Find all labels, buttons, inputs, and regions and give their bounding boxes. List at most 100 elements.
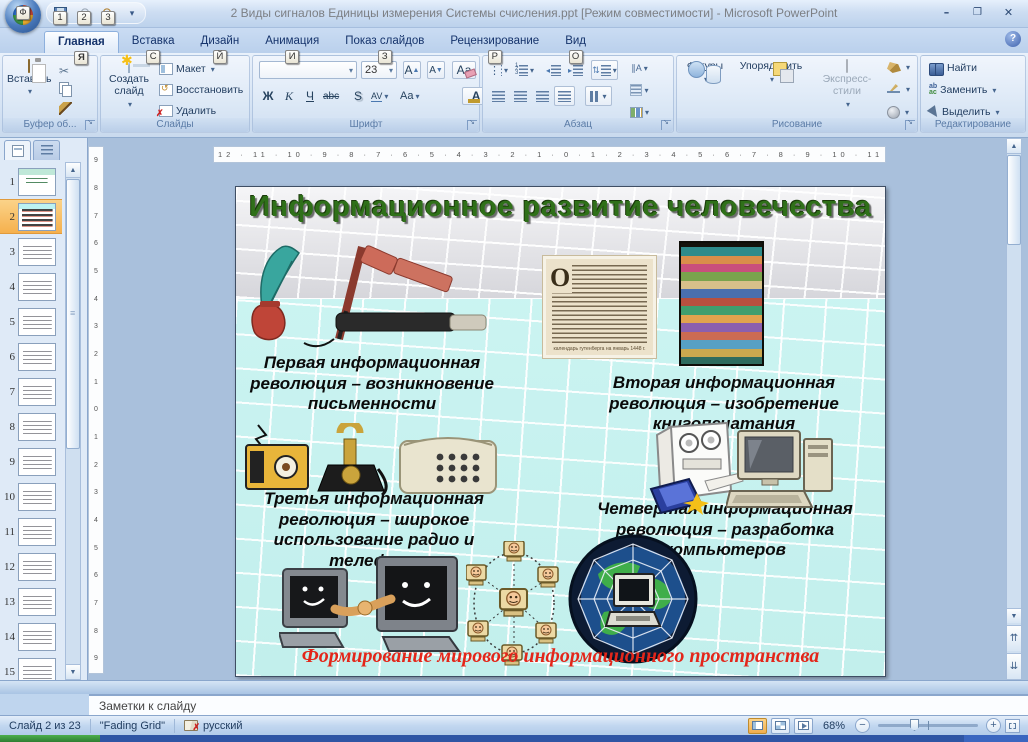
text-block-first-revolution[interactable]: Первая информационная революция – возник… — [238, 353, 506, 415]
layout-button[interactable]: Макет — [159, 63, 215, 75]
zoom-level[interactable]: 68% — [817, 720, 851, 732]
theme-name[interactable]: "Fading Grid" — [91, 719, 175, 733]
shapes-button[interactable]: Фигуры — [681, 60, 729, 85]
shrink-font-button[interactable]: А▼ — [427, 61, 445, 79]
slide-thumbnail-15[interactable]: 15 — [0, 654, 62, 680]
desktop-computer-image[interactable] — [726, 429, 838, 513]
redo-button[interactable]: 3 — [99, 4, 117, 22]
align-center-button[interactable] — [510, 86, 531, 106]
zoom-in-button[interactable]: + — [986, 718, 1001, 733]
slideshow-view-button[interactable] — [794, 718, 813, 734]
character-spacing-button[interactable]: AV — [370, 87, 389, 105]
paste-button[interactable]: Вставить — [7, 60, 51, 98]
minimize-button[interactable] — [933, 4, 960, 20]
slide-thumbnail-11[interactable]: 11 — [0, 514, 62, 549]
slide-thumbnail-4[interactable]: 4 — [0, 269, 62, 304]
previous-slide-button[interactable]: ⇈ — [1007, 625, 1021, 651]
change-case-button[interactable]: Aa — [399, 87, 420, 105]
spellcheck-status[interactable]: русский — [175, 719, 251, 733]
grow-font-button[interactable]: А▲ — [403, 61, 421, 79]
shape-outline-button[interactable] — [887, 84, 910, 95]
tab-Рецензирование[interactable]: РецензированиеР — [437, 31, 552, 53]
restore-button[interactable] — [964, 4, 991, 20]
reset-slide-button[interactable]: Восстановить — [159, 84, 243, 96]
shape-fill-button[interactable] — [887, 62, 910, 73]
slide-thumbnail-7[interactable]: 7 — [0, 374, 62, 409]
tab-Вид[interactable]: ВидО — [552, 31, 599, 53]
slide-counter[interactable]: Слайд 2 из 23 — [0, 719, 91, 733]
close-button[interactable] — [995, 4, 1022, 20]
thumbnails-scrollbar[interactable]: ▲ ▼ — [65, 162, 81, 680]
format-painter-button[interactable] — [59, 102, 72, 115]
main-vertical-scrollbar[interactable]: ▲ ▼ ⇈ ⇊ — [1006, 138, 1022, 680]
align-right-button[interactable] — [532, 86, 553, 106]
scroll-up-icon[interactable]: ▲ — [66, 163, 80, 178]
slide-thumbnail-6[interactable]: 6 — [0, 339, 62, 374]
decrease-indent-button[interactable] — [543, 60, 564, 80]
justify-button[interactable] — [554, 86, 575, 106]
text-direction-button[interactable] — [629, 58, 650, 78]
drawing-dialog-launcher[interactable] — [905, 120, 915, 130]
slide-title[interactable]: Информационное развитие человечества — [246, 191, 875, 224]
zoom-slider-handle[interactable] — [910, 719, 919, 731]
start-button-fragment[interactable] — [0, 735, 100, 742]
fit-to-window-button[interactable] — [1005, 719, 1020, 733]
columns-button[interactable] — [585, 86, 612, 106]
normal-view-button[interactable] — [748, 718, 767, 734]
text-shadow-button[interactable]: S — [349, 87, 367, 105]
qat-customize-button[interactable] — [123, 4, 141, 22]
clear-formatting-button[interactable]: Аа — [452, 61, 476, 79]
slide-thumbnail-1[interactable]: 1 — [0, 164, 62, 199]
horizontal-ruler[interactable]: 12 · 11 · 10 · 9 · 8 · 7 · 6 · 5 · 4 · 3… — [213, 146, 886, 163]
copy-button[interactable] — [59, 82, 71, 95]
replace-button[interactable]: abасЗаменить — [929, 84, 996, 96]
cut-button[interactable] — [59, 64, 69, 78]
undo-button[interactable]: 2 — [75, 4, 93, 22]
tab-Анимация[interactable]: АнимацияИ — [252, 31, 332, 53]
italic-button[interactable]: К — [280, 87, 298, 105]
strikethrough-button[interactable]: abc — [322, 87, 340, 105]
notes-splitter[interactable] — [0, 680, 1028, 694]
slides-tab[interactable] — [4, 140, 31, 160]
computers-handshake-image[interactable] — [279, 553, 463, 653]
slide-thumbnail-13[interactable]: 13 — [0, 584, 62, 619]
zoom-out-button[interactable]: − — [855, 718, 870, 733]
font-name-combo[interactable]: ▾ — [259, 61, 357, 79]
next-slide-button[interactable]: ⇊ — [1007, 653, 1021, 679]
books-stack-image[interactable] — [679, 241, 764, 366]
slide-thumbnail-14[interactable]: 14 — [0, 619, 62, 654]
slide-thumbnail-5[interactable]: 5 — [0, 304, 62, 339]
save-button[interactable]: 1 — [51, 4, 69, 22]
underline-button[interactable]: Ч — [301, 87, 319, 105]
vertical-ruler[interactable]: 9876543210123456789 — [88, 146, 104, 674]
find-button[interactable]: Найти — [929, 62, 977, 74]
tab-Показ слайдов[interactable]: Показ слайдовЗ — [332, 31, 437, 53]
tab-Главная[interactable]: ГлавнаяЯ — [44, 31, 119, 53]
slide-thumbnail-8[interactable]: 8 — [0, 409, 62, 444]
arrange-button[interactable]: Упорядочить — [731, 60, 811, 85]
select-button[interactable]: Выделить — [929, 106, 999, 118]
line-spacing-button[interactable] — [591, 60, 618, 80]
new-slide-button[interactable]: Создать слайд — [103, 60, 155, 110]
scroll-down-icon[interactable]: ▼ — [1007, 608, 1021, 623]
scroll-up-icon[interactable]: ▲ — [1007, 139, 1021, 154]
manuscript-image[interactable]: календарь гутенберга на январь 1448 г. — [543, 256, 656, 358]
outline-tab[interactable] — [33, 140, 60, 160]
slide-thumbnail-3[interactable]: 3 — [0, 234, 62, 269]
slide-thumbnail-10[interactable]: 10 — [0, 479, 62, 514]
help-button[interactable]: ? — [1005, 31, 1021, 47]
slide-thumbnail-9[interactable]: 9 — [0, 444, 62, 479]
quick-styles-button[interactable]: Экспресс-стили — [813, 60, 881, 110]
tab-Дизайн[interactable]: ДизайнЙ — [188, 31, 253, 53]
delete-slide-button[interactable]: Удалить — [159, 105, 216, 117]
align-left-button[interactable] — [488, 86, 509, 106]
scrollbar-thumb[interactable] — [1007, 155, 1021, 245]
align-text-button[interactable] — [629, 80, 650, 100]
bold-button[interactable]: Ж — [259, 87, 277, 105]
tab-Вставка[interactable]: ВставкаС — [119, 31, 188, 53]
zoom-slider[interactable] — [878, 724, 978, 727]
scroll-down-icon[interactable]: ▼ — [66, 664, 80, 679]
slide-sorter-view-button[interactable] — [771, 718, 790, 734]
font-dialog-launcher[interactable] — [467, 120, 477, 130]
notes-pane[interactable]: Заметки к слайду — [89, 694, 1028, 715]
